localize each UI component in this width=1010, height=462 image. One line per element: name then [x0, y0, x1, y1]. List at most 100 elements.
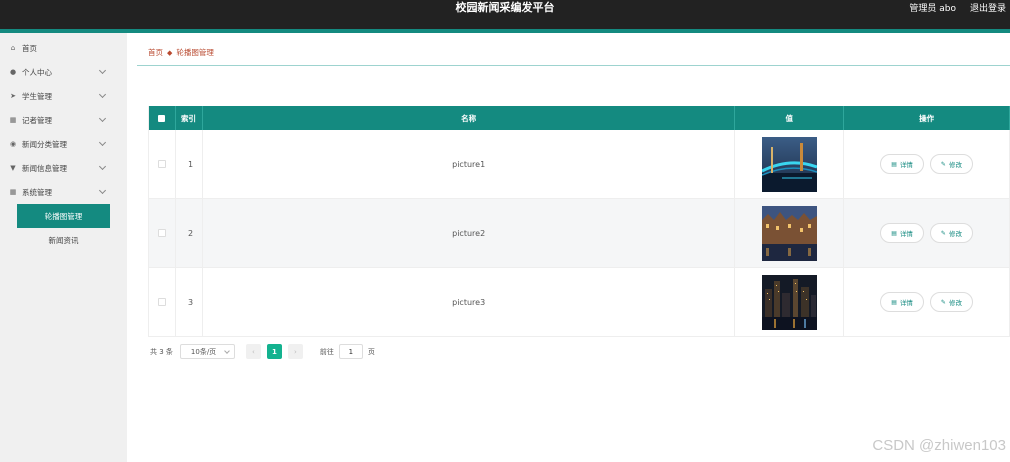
goto-page-input[interactable]: 1 — [338, 344, 363, 359]
pencil-icon: ✎ — [940, 298, 946, 306]
select-all-checkbox[interactable] — [158, 114, 166, 122]
sidebar-item-label: 记者管理 — [22, 115, 52, 125]
breadcrumb-home[interactable]: 首页 — [148, 47, 163, 58]
sidebar-item-label: 新闻分类管理 — [22, 139, 67, 149]
select-all-cell — [149, 106, 176, 130]
row-checkbox[interactable] — [157, 160, 166, 168]
detail-button-label: 详情 — [899, 230, 913, 238]
detail-button[interactable]: ▤ 详情 — [880, 292, 924, 312]
sidebar-item-label: 学生管理 — [22, 91, 52, 101]
column-header-value: 值 — [735, 106, 845, 130]
goto-prefix: 前往 — [319, 347, 334, 356]
thumbnail-image-night-canal-houses[interactable] — [761, 205, 817, 261]
grid-icon: ▦ — [9, 116, 17, 124]
pencil-icon: ✎ — [940, 160, 946, 168]
row-index: 3 — [176, 268, 203, 336]
goto-suffix: 页 — [367, 347, 375, 356]
pagination-total: 共 3 条 — [150, 347, 173, 356]
column-header-actions: 操作 — [844, 106, 1010, 130]
thumbnail-image-night-bridge[interactable] — [761, 136, 817, 192]
chevron-down-icon — [98, 138, 107, 147]
page-size-select[interactable]: 10条/页 — [179, 344, 235, 359]
row-index: 2 — [176, 199, 203, 267]
breadcrumb-separator-icon: ◆ — [167, 48, 173, 57]
main-content: 首页 ◆ 轮播图管理 索引 名称 值 操作 1 picture1 ▤ 详情 ✎ … — [137, 33, 1010, 462]
goto-page: 前往 1 页 — [320, 344, 375, 359]
next-page-button[interactable]: › — [287, 344, 303, 359]
row-value-cell — [735, 199, 845, 267]
chevron-down-icon — [224, 348, 230, 354]
column-header-index: 索引 — [176, 106, 203, 130]
row-name: picture3 — [203, 268, 736, 336]
chevron-down-icon — [98, 186, 107, 195]
chevron-down-icon — [98, 162, 107, 171]
sidebar-subitem-carousel[interactable]: 轮播图管理 — [17, 204, 110, 228]
row-checkbox[interactable] — [157, 298, 166, 306]
sidebar-item-news-category[interactable]: ◉ 新闻分类管理 — [0, 132, 127, 156]
sidebar-subitem-news[interactable]: 新闻资讯 — [17, 228, 110, 252]
detail-button-label: 详情 — [899, 161, 913, 169]
page-number-button[interactable]: 1 — [266, 344, 282, 359]
sidebar-item-label: 首页 — [22, 43, 37, 53]
chevron-left-icon: ‹ — [252, 347, 255, 356]
grid-icon: ▦ — [9, 188, 17, 196]
breadcrumb-divider — [137, 65, 1010, 66]
sidebar-item-students[interactable]: ➤ 学生管理 — [0, 84, 127, 108]
table-row: 3 picture3 ▤ 详情 ✎ 修改 — [149, 268, 1010, 337]
edit-button-label: 修改 — [948, 299, 962, 307]
sidebar-item-personal-center[interactable]: ● 个人中心 — [0, 60, 127, 84]
sidebar-item-reporters[interactable]: ▦ 记者管理 — [0, 108, 127, 132]
chevron-down-icon — [98, 66, 107, 75]
home-icon: ⌂ — [10, 44, 16, 52]
table-row: 1 picture1 ▤ 详情 ✎ 修改 — [149, 130, 1010, 199]
top-right-actions: 管理员 abo 退出登录 — [909, 1, 1006, 15]
app-title: 校园新闻采编发平台 — [455, 1, 555, 14]
thumbnail-image-night-city-skyline[interactable] — [761, 274, 817, 330]
document-icon: ▤ — [891, 298, 897, 306]
row-name: picture1 — [203, 130, 736, 198]
detail-button-label: 详情 — [899, 299, 913, 307]
row-name: picture2 — [203, 199, 736, 267]
pagination: 共 3 条 10条/页 ‹ 1 › 前往 1 页 — [150, 344, 375, 359]
sidebar-item-home[interactable]: ⌂ 首页 — [0, 36, 127, 60]
table-row: 2 picture2 ▤ 详情 ✎ 修改 — [149, 199, 1010, 268]
row-checkbox[interactable] — [157, 229, 166, 237]
sidebar-item-system[interactable]: ▦ 系统管理 — [0, 180, 127, 204]
row-value-cell — [735, 268, 845, 336]
edit-button[interactable]: ✎ 修改 — [929, 223, 973, 243]
row-check-cell — [149, 199, 176, 267]
sidebar-item-news-info[interactable]: ▼ 新闻信息管理 — [0, 156, 127, 180]
prev-page-button[interactable]: ‹ — [245, 344, 261, 359]
detail-button[interactable]: ▤ 详情 — [880, 154, 924, 174]
detail-button[interactable]: ▤ 详情 — [880, 223, 924, 243]
edit-button-label: 修改 — [948, 230, 962, 238]
chevron-right-icon: › — [294, 347, 297, 356]
sidebar-item-label: 个人中心 — [22, 67, 52, 77]
send-icon: ➤ — [10, 92, 16, 100]
edit-button[interactable]: ✎ 修改 — [929, 154, 973, 174]
sidebar-item-label: 新闻信息管理 — [22, 163, 67, 173]
chevron-down-icon — [98, 114, 107, 123]
logout-button[interactable]: 退出登录 — [970, 1, 1006, 15]
table-header: 索引 名称 值 操作 — [149, 106, 1010, 130]
user-icon: ● — [9, 68, 17, 76]
page-size-value: 10条/页 — [190, 347, 217, 356]
watermark: CSDN @zhiwen103 — [872, 437, 1006, 454]
document-icon: ▤ — [891, 229, 897, 237]
sidebar: ⌂ 首页 ● 个人中心 ➤ 学生管理 ▦ 记者管理 ◉ 新闻分类管理 ▼ 新闻信… — [0, 33, 127, 462]
row-value-cell — [735, 130, 845, 198]
row-actions: ▤ 详情 ✎ 修改 — [844, 199, 1010, 267]
pencil-icon: ✎ — [940, 229, 946, 237]
location-icon: ◉ — [9, 140, 17, 148]
filter-icon: ▼ — [10, 164, 16, 172]
column-header-name: 名称 — [203, 106, 736, 130]
user-label[interactable]: 管理员 abo — [909, 1, 956, 15]
edit-button[interactable]: ✎ 修改 — [929, 292, 973, 312]
data-table: 索引 名称 值 操作 1 picture1 ▤ 详情 ✎ 修改 2 pictur… — [148, 106, 1010, 337]
row-check-cell — [149, 268, 176, 336]
row-index: 1 — [176, 130, 203, 198]
document-icon: ▤ — [891, 160, 897, 168]
row-actions: ▤ 详情 ✎ 修改 — [844, 268, 1010, 336]
row-actions: ▤ 详情 ✎ 修改 — [844, 130, 1010, 198]
row-check-cell — [149, 130, 176, 198]
